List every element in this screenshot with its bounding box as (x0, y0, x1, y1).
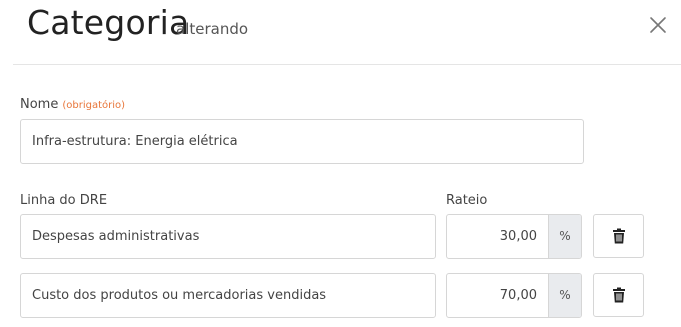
close-icon (650, 17, 666, 33)
category-modal: Categoria alterando Nome (obrigatório) In… (0, 0, 681, 327)
percent-addon: % (548, 215, 581, 258)
nome-label: Nome (obrigatório) (20, 97, 125, 112)
dre-column-label: Linha do DRE (20, 193, 108, 208)
trash-icon (612, 228, 625, 244)
delete-row-button[interactable] (593, 214, 644, 258)
rateio-field: 70,00 % (446, 273, 582, 318)
required-hint: (obrigatório) (62, 100, 126, 111)
header-divider (13, 64, 681, 65)
rateio-field: 30,00 % (446, 214, 582, 259)
close-button[interactable] (646, 13, 670, 37)
delete-row-button[interactable] (593, 273, 644, 317)
dre-line-input[interactable]: Custo dos produtos ou mercadorias vendid… (20, 273, 436, 318)
nome-input[interactable]: Infra-estrutura: Energia elétrica (20, 119, 584, 164)
trash-icon (612, 287, 625, 303)
modal-title: Categoria (27, 3, 190, 42)
rateio-input[interactable]: 30,00 (447, 215, 548, 258)
percent-addon: % (548, 274, 581, 317)
modal-subtitle: alterando (176, 20, 249, 38)
nome-label-text: Nome (20, 97, 59, 112)
dre-line-input[interactable]: Despesas administrativas (20, 214, 436, 259)
modal-header: Categoria alterando (0, 0, 681, 64)
rateio-input[interactable]: 70,00 (447, 274, 548, 317)
rateio-column-label: Rateio (446, 193, 488, 208)
